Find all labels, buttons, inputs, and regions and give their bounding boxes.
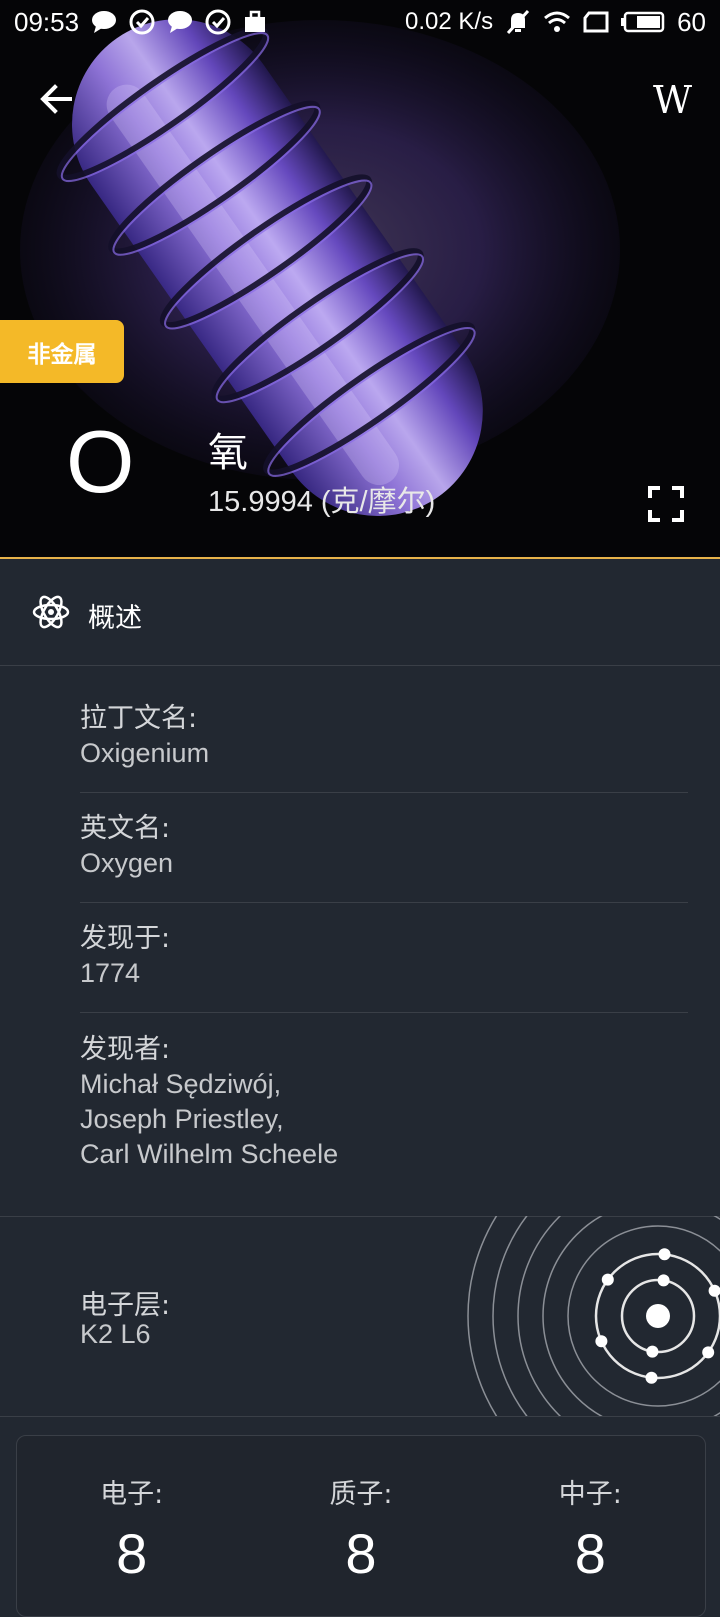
electrons-count: 电子: 8 [17,1436,246,1616]
discovered-in-item: 发现于: 1774 [80,921,688,991]
english-name-item: 英文名: Oxygen [80,811,688,881]
protons-value: 8 [345,1522,377,1585]
tab-overview-label: 概述 [88,603,142,634]
electrons-value: 8 [116,1522,148,1585]
check-circle-icon [129,9,155,35]
electron-shells-section: 电子层: K2 L6 [0,1216,720,1416]
status-bar: 09:53 0.02 K/s 60 [0,0,720,44]
electron-dot [646,1345,659,1358]
category-badge: 非金属 [0,320,124,383]
latin-name-item: 拉丁文名: Oxigenium [80,701,688,771]
electron-dot [601,1273,614,1286]
element-name: 氧 [208,430,248,476]
electrons-label: 电子: [100,1479,164,1510]
latin-name-label: 拉丁文名: [80,703,198,734]
discoverer-name: Carl Wilhelm Scheele [80,1139,339,1169]
discovered-in-label: 发现于: [80,923,171,954]
protons-label: 质子: [329,1479,393,1510]
divider [80,792,688,793]
electron-dot [595,1335,608,1348]
sim-icon [583,11,609,33]
english-name-value: Oxygen [80,848,174,878]
chat-bubble-icon [167,10,193,34]
element-symbol: O [66,412,135,511]
electron-dot [702,1346,715,1359]
battery-level: 60 [677,6,706,37]
tab-overview[interactable]: 概述 [0,559,720,666]
nucleus [646,1304,670,1328]
discovered-by-label: 发现者: [80,1034,171,1065]
status-time: 09:53 [14,6,80,37]
latin-name-value: Oxigenium [80,738,210,768]
electron-dot [657,1274,670,1287]
electron-shells-label: 电子层: [80,1290,171,1321]
mute-bell-icon [505,9,531,35]
section-divider [0,1416,720,1417]
atom-icon [32,595,70,629]
discovered-by-item: 发现者: Michał Sędziwój, Joseph Priestley, … [80,1032,688,1172]
bohr-model-diagram [467,1216,720,1416]
wifi-icon [543,10,571,34]
battery-icon [621,11,665,33]
fullscreen-icon [648,486,684,522]
fullscreen-button[interactable] [647,485,685,523]
back-button[interactable] [36,78,78,120]
arrow-left-icon [40,84,72,114]
english-name-label: 英文名: [80,813,171,844]
divider [80,902,688,903]
discoverer-name: Michał Sędziwój, [80,1069,282,1099]
electron-dot [645,1371,658,1384]
network-speed: 0.02 K/s [405,8,494,35]
electron-dot [658,1248,671,1261]
electron-dot [708,1284,720,1297]
check-circle-icon [205,9,231,35]
neutrons-count: 中子: 8 [476,1436,705,1616]
electron-shells-value: K2 L6 [80,1319,151,1349]
protons-count: 质子: 8 [246,1436,475,1616]
atomic-mass: 15.9994 (克/摩尔) [208,486,436,518]
discoverer-name: Joseph Priestley, [80,1104,284,1134]
wikipedia-button[interactable]: W [653,78,692,122]
divider [80,1012,688,1013]
briefcase-icon [243,10,267,34]
neutrons-label: 中子: [558,1479,622,1510]
chat-bubble-icon [91,10,117,34]
neutrons-value: 8 [574,1522,606,1585]
discovered-in-value: 1774 [80,958,141,988]
particle-counts-card: 电子: 8 质子: 8 中子: 8 [16,1435,706,1617]
